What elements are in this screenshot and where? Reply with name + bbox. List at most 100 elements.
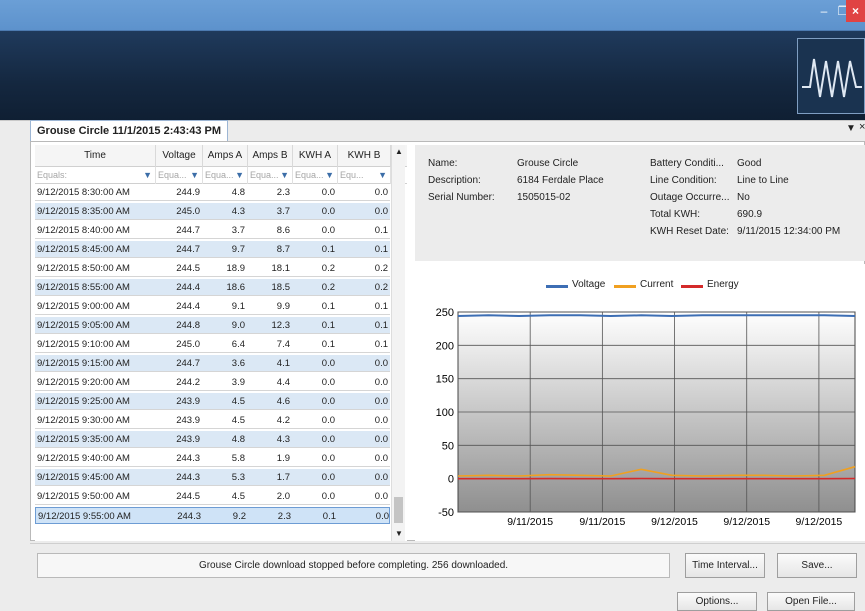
- column-header-time[interactable]: Time: [35, 145, 156, 167]
- tab-close-icon[interactable]: ×: [859, 121, 865, 133]
- filter-voltage[interactable]: Equa... ▼: [156, 167, 203, 184]
- y-tick-label: 50: [442, 440, 454, 452]
- table-cell: 9/12/2015 9:05:00 AM: [37, 320, 130, 331]
- table-cell: 18.1: [271, 263, 291, 274]
- table-row[interactable]: 9/12/2015 9:05:00 AM 244.8 9.0 12.3 0.1 0.1: [35, 317, 390, 334]
- table-row[interactable]: 9/12/2015 8:55:00 AM 244.4 18.6 18.5 0.2 0.2: [35, 279, 390, 296]
- table-cell: 0.0: [321, 415, 335, 426]
- x-tick-label: 9/11/2015: [579, 516, 625, 528]
- table-cell: 4.3: [231, 206, 245, 217]
- table-row[interactable]: 9/12/2015 8:45:00 AM 244.7 9.7 8.7 0.1 0.1: [35, 241, 390, 258]
- table-row[interactable]: 9/12/2015 9:15:00 AM 244.7 3.6 4.1 0.0 0.0: [35, 355, 390, 372]
- table-cell: 0.0: [374, 377, 388, 388]
- table-row[interactable]: 9/12/2015 9:30:00 AM 243.9 4.5 4.2 0.0 0.0: [35, 412, 390, 429]
- filter-icon[interactable]: ▼: [143, 167, 152, 184]
- table-row[interactable]: 9/12/2015 9:40:00 AM 244.3 5.8 1.9 0.0 0.0: [35, 450, 390, 467]
- table-cell: 244.3: [176, 472, 200, 483]
- filter-icon[interactable]: ▼: [235, 167, 244, 184]
- time-interval-button[interactable]: Time Interval...: [685, 553, 765, 578]
- name-value: Grouse Circle: [517, 158, 579, 169]
- line-condition-label: Line Condition:: [650, 175, 717, 186]
- save-button[interactable]: Save...: [777, 553, 857, 578]
- scroll-down-icon[interactable]: ▼: [392, 527, 406, 541]
- table-cell: 244.5: [176, 491, 200, 502]
- details-panel: Name: Grouse Circle Description: 6184 Fe…: [415, 145, 865, 261]
- table-cell: 245.0: [176, 339, 200, 350]
- table-cell: 5.3: [231, 472, 245, 483]
- tab-dropdown-icon[interactable]: ▼: [846, 123, 856, 134]
- table-cell: 1.7: [276, 472, 290, 483]
- table-row[interactable]: 9/12/2015 9:45:00 AM 244.3 5.3 1.7 0.0 0.0: [35, 469, 390, 486]
- table-row[interactable]: 9/12/2015 8:35:00 AM 245.0 4.3 3.7 0.0 0.0: [35, 203, 390, 220]
- filter-time[interactable]: Equals: ▼: [35, 167, 156, 184]
- table-cell: 0.0: [321, 187, 335, 198]
- legend-current: Current: [640, 279, 674, 290]
- scroll-up-icon[interactable]: ▲: [392, 145, 406, 159]
- filter-amps-a[interactable]: Equa... ▼: [203, 167, 248, 184]
- filter-icon[interactable]: ▼: [378, 167, 387, 184]
- table-row[interactable]: 9/12/2015 9:00:00 AM 244.4 9.1 9.9 0.1 0.1: [35, 298, 390, 315]
- table-cell: 0.0: [374, 472, 388, 483]
- filter-kwh-a-label: Equa...: [295, 170, 324, 180]
- table-cell: 0.2: [321, 263, 335, 274]
- scroll-thumb[interactable]: [394, 497, 403, 523]
- close-button[interactable]: ×: [846, 0, 865, 22]
- y-tick-label: 100: [436, 407, 454, 419]
- table-cell: 244.3: [177, 511, 201, 522]
- tab-grouse-circle[interactable]: Grouse Circle 11/1/2015 2:43:43 PM: [30, 120, 229, 141]
- series-line-voltage: [457, 314, 856, 318]
- column-header-amps-a[interactable]: Amps A: [203, 145, 248, 167]
- app-banner: [0, 30, 865, 120]
- table-row[interactable]: 9/12/2015 8:50:00 AM 244.5 18.9 18.1 0.2 0.2: [35, 260, 390, 277]
- table-row[interactable]: 9/12/2015 8:30:00 AM 244.9 4.8 2.3 0.0 0.0: [35, 184, 390, 201]
- table-cell: 18.6: [226, 282, 246, 293]
- filter-icon[interactable]: ▼: [325, 167, 334, 184]
- legend-current-swatch: [614, 285, 636, 288]
- table-cell: 0.0: [374, 187, 388, 198]
- minimize-button[interactable]: –: [812, 0, 836, 22]
- description-value: 6184 Ferdale Place: [517, 175, 604, 186]
- table-row[interactable]: 9/12/2015 9:10:00 AM 245.0 6.4 7.4 0.1 0.1: [35, 336, 390, 353]
- filter-icon[interactable]: ▼: [190, 167, 199, 184]
- table-row[interactable]: 9/12/2015 9:55:00 AM 244.3 9.2 2.3 0.1 0.0: [35, 507, 390, 524]
- table-row[interactable]: 9/12/2015 9:50:00 AM 244.5 4.5 2.0 0.0 0.0: [35, 488, 390, 505]
- table-cell: 9/12/2015 9:40:00 AM: [37, 453, 130, 464]
- table-row[interactable]: 9/12/2015 9:35:00 AM 243.9 4.8 4.3 0.0 0.0: [35, 431, 390, 448]
- filter-kwh-b[interactable]: Equ... ▼: [338, 167, 391, 184]
- x-tick-label: 9/11/2015: [507, 516, 553, 528]
- y-axis: 250 200 150 100 50 0 -50: [436, 307, 454, 519]
- table-cell: 4.8: [231, 434, 245, 445]
- kwh-reset-label: KWH Reset Date:: [650, 226, 729, 237]
- filter-kwh-a[interactable]: Equa... ▼: [293, 167, 338, 184]
- table-cell: 9/12/2015 9:45:00 AM: [37, 472, 130, 483]
- table-row[interactable]: 9/12/2015 9:20:00 AM 244.2 3.9 4.4 0.0 0.0: [35, 374, 390, 391]
- table-cell: 244.7: [176, 358, 200, 369]
- column-header-voltage[interactable]: Voltage: [156, 145, 203, 167]
- table-row[interactable]: 9/12/2015 8:40:00 AM 244.7 3.7 8.6 0.0 0.1: [35, 222, 390, 239]
- open-file-button[interactable]: Open File...: [767, 592, 855, 611]
- table-cell: 0.1: [321, 339, 335, 350]
- column-header-amps-b[interactable]: Amps B: [248, 145, 293, 167]
- column-header-kwh-b[interactable]: KWH B: [338, 145, 391, 167]
- table-cell: 9/12/2015 9:30:00 AM: [37, 415, 130, 426]
- table-cell: 0.1: [374, 339, 388, 350]
- table-cell: 3.7: [231, 225, 245, 236]
- table-cell: 9/12/2015 9:50:00 AM: [37, 491, 130, 502]
- column-header-kwh-a[interactable]: KWH A: [293, 145, 338, 167]
- table-cell: 3.7: [276, 206, 290, 217]
- options-button[interactable]: Options...: [677, 592, 757, 611]
- table-cell: 0.0: [321, 472, 335, 483]
- table-cell: 0.0: [321, 377, 335, 388]
- table-cell: 0.0: [374, 206, 388, 217]
- filter-amps-b[interactable]: Equa... ▼: [248, 167, 293, 184]
- grid-scrollbar[interactable]: ▲ ▼: [391, 145, 405, 541]
- table-row[interactable]: 9/12/2015 9:25:00 AM 243.9 4.5 4.6 0.0 0.0: [35, 393, 390, 410]
- table-cell: 0.1: [374, 301, 388, 312]
- table-cell: 244.7: [176, 225, 200, 236]
- filter-icon[interactable]: ▼: [280, 167, 289, 184]
- grid-header: Time Voltage Amps A Amps B KWH A KWH B: [35, 145, 407, 167]
- table-cell: 9.0: [231, 320, 245, 331]
- table-cell: 9/12/2015 9:00:00 AM: [37, 301, 130, 312]
- data-grid[interactable]: Time Voltage Amps A Amps B KWH A KWH B E…: [35, 145, 407, 541]
- table-cell: 0.1: [374, 244, 388, 255]
